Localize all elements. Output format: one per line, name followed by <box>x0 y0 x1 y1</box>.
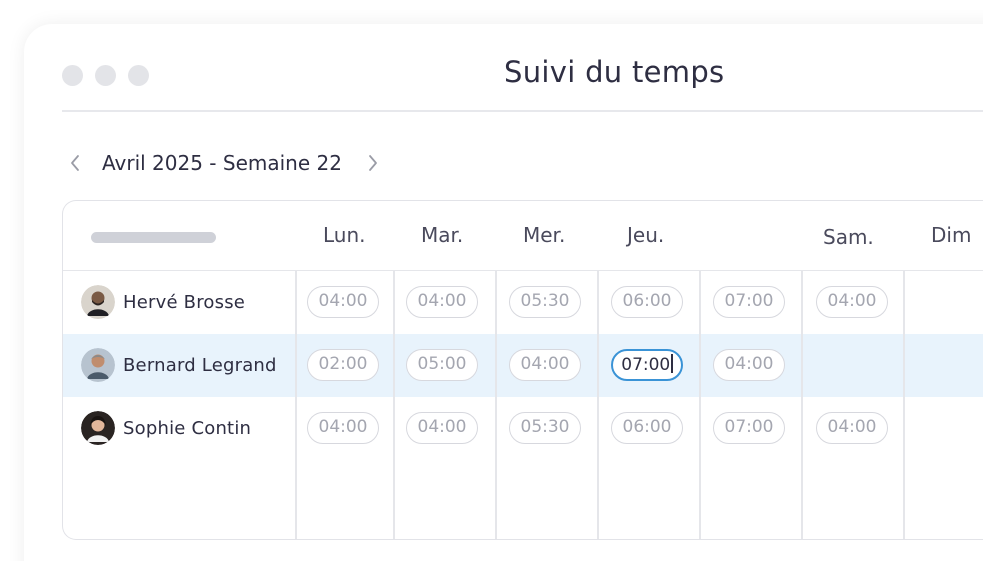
chevron-right-icon <box>369 155 377 171</box>
hours-input-thu[interactable]: 06:00 <box>611 412 683 444</box>
hours-input-thu-editing[interactable]: 07:00 <box>611 349 683 381</box>
employee-cell: Bernard Legrand <box>81 348 277 382</box>
app-window: Suivi du temps Avril 2025 - Semaine 22 L… <box>24 24 983 561</box>
hours-input-mon[interactable]: 04:00 <box>307 412 379 444</box>
day-header-mon: Lun. <box>323 223 366 247</box>
employee-name: Hervé Brosse <box>123 291 246 313</box>
person-avatar-icon <box>81 411 115 445</box>
avatar <box>81 348 115 382</box>
column-divider <box>295 271 297 539</box>
next-week-button[interactable] <box>362 150 384 176</box>
page-title: Suivi du temps <box>504 55 725 89</box>
table-row-selected[interactable]: Bernard Legrand 02:00 05:00 04:00 07:00 … <box>63 334 983 397</box>
week-navigator: Avril 2025 - Semaine 22 <box>64 150 384 176</box>
week-label: Avril 2025 - Semaine 22 <box>102 151 342 175</box>
hours-input-tue[interactable]: 05:00 <box>406 349 478 381</box>
day-header-thu: Jeu. <box>627 223 665 247</box>
hours-input-sat[interactable]: 04:00 <box>816 286 888 318</box>
column-divider <box>903 271 905 539</box>
hours-input-wed[interactable]: 04:00 <box>509 349 581 381</box>
previous-week-button[interactable] <box>64 150 86 176</box>
table-row[interactable]: Hervé Brosse 04:00 04:00 05:30 06:00 07:… <box>63 271 983 334</box>
column-divider <box>393 271 395 539</box>
hours-input-mon[interactable]: 04:00 <box>307 286 379 318</box>
hours-input-thu[interactable]: 06:00 <box>611 286 683 318</box>
title-divider <box>62 110 983 112</box>
hours-input-wed[interactable]: 05:30 <box>509 412 581 444</box>
hours-input-mon[interactable]: 02:00 <box>307 349 379 381</box>
employee-cell: Hervé Brosse <box>81 285 245 319</box>
hours-input-tue[interactable]: 04:00 <box>406 412 478 444</box>
day-header-sat: Sam. <box>823 225 874 249</box>
column-divider <box>495 271 497 539</box>
minimize-window-dot[interactable] <box>95 65 116 86</box>
day-header-tue: Mar. <box>421 223 464 247</box>
chevron-left-icon <box>71 155 79 171</box>
close-window-dot[interactable] <box>62 65 83 86</box>
avatar <box>81 285 115 319</box>
hours-input-fri[interactable]: 04:00 <box>713 349 785 381</box>
avatar <box>81 411 115 445</box>
column-divider <box>801 271 803 539</box>
table-row[interactable]: Sophie Contin 04:00 04:00 05:30 06:00 07… <box>63 397 983 460</box>
person-avatar-icon <box>81 285 115 319</box>
timesheet-grid: Lun. Mar. Mer. Jeu. Sam. Dim Hervé Bross… <box>62 200 983 540</box>
editing-value: 07:00 <box>621 355 671 375</box>
window-controls <box>62 65 149 86</box>
name-column-placeholder <box>91 232 216 243</box>
employee-cell: Sophie Contin <box>81 411 251 445</box>
hours-input-wed[interactable]: 05:30 <box>509 286 581 318</box>
day-header-sun: Dim <box>931 223 972 247</box>
day-header-wed: Mer. <box>523 223 566 247</box>
maximize-window-dot[interactable] <box>128 65 149 86</box>
hours-input-fri[interactable]: 07:00 <box>713 412 785 444</box>
text-caret <box>671 354 673 373</box>
hours-input-fri[interactable]: 07:00 <box>713 286 785 318</box>
hours-input-tue[interactable]: 04:00 <box>406 286 478 318</box>
person-avatar-icon <box>81 348 115 382</box>
column-divider <box>597 271 599 539</box>
employee-name: Sophie Contin <box>123 417 252 439</box>
column-divider <box>699 271 701 539</box>
hours-input-sat[interactable]: 04:00 <box>816 412 888 444</box>
employee-name: Bernard Legrand <box>123 354 277 376</box>
grid-header: Lun. Mar. Mer. Jeu. Sam. Dim <box>63 201 983 271</box>
